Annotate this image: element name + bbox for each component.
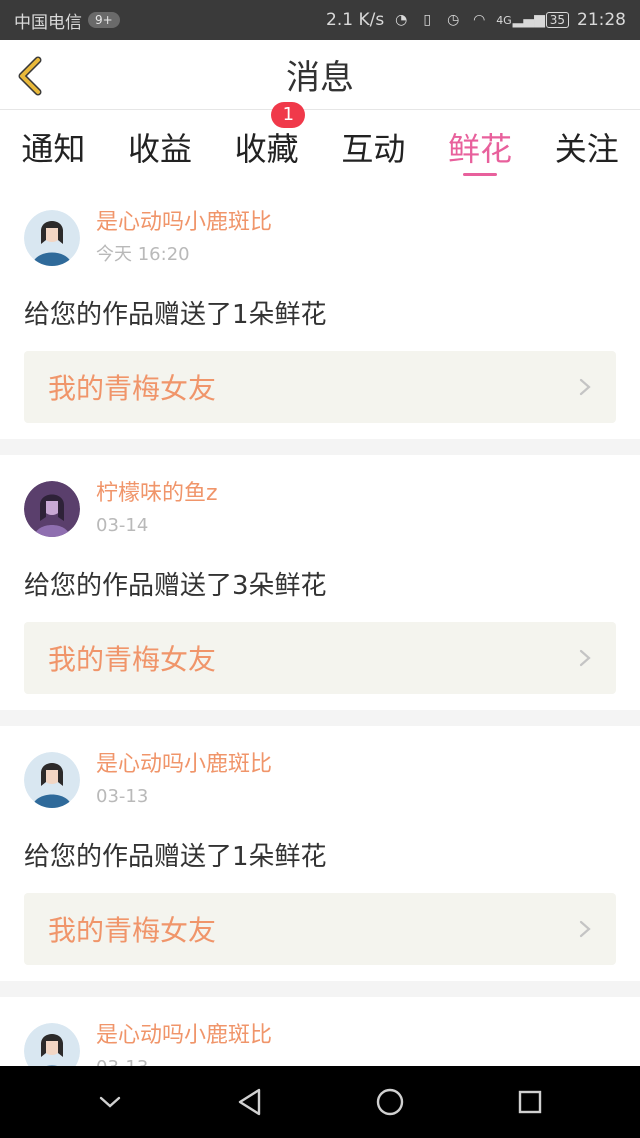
home-nav-button[interactable]	[370, 1082, 410, 1122]
status-right: 2.1 K/s ◔ ▯ ◷ ◠ 4G ▂▄▆ 35 21:28	[326, 10, 626, 30]
down-chevron-icon	[99, 1096, 121, 1108]
list-item: 是心动吗小鹿斑比 03-13 给您的作品赠送了1朵鲜花 我的青梅女友	[0, 726, 640, 981]
status-bar: 中国电信 9+ 2.1 K/s ◔ ▯ ◷ ◠ 4G ▂▄▆ 35 21:28	[0, 0, 640, 40]
active-tab-indicator	[463, 173, 498, 176]
unread-badge: 1	[271, 102, 306, 128]
back-nav-button[interactable]	[230, 1082, 270, 1122]
list-item: 柠檬味的鱼z 03-14 给您的作品赠送了3朵鲜花 我的青梅女友	[0, 455, 640, 710]
alarm-icon: ◷	[447, 12, 460, 28]
home-circle-icon	[376, 1088, 404, 1116]
header: 消息	[0, 40, 640, 110]
work-link[interactable]: 我的青梅女友	[24, 893, 616, 965]
username[interactable]: 是心动吗小鹿斑比	[96, 750, 272, 780]
tab-label: 通知	[21, 130, 86, 168]
work-link[interactable]: 我的青梅女友	[24, 351, 616, 423]
list-item: 是心动吗小鹿斑比 03-13	[0, 997, 640, 1066]
signal-icon: ▂▄▆	[512, 12, 545, 28]
message-header: 柠檬味的鱼z 03-14	[24, 479, 616, 539]
tab-flowers[interactable]: 鲜花	[427, 110, 534, 184]
system-nav-bar	[0, 1066, 640, 1138]
tab-label: 互动	[341, 130, 406, 168]
tab-earnings[interactable]: 收益	[107, 110, 214, 184]
network-type: 4G	[496, 13, 512, 27]
avatar[interactable]	[24, 210, 80, 266]
chevron-left-icon	[18, 56, 42, 96]
wifi-icon: ◠	[473, 12, 486, 28]
message-meta: 是心动吗小鹿斑比 03-13	[96, 1021, 272, 1066]
message-header: 是心动吗小鹿斑比 03-13	[24, 750, 616, 810]
message-header: 是心动吗小鹿斑比 今天 16:20	[24, 208, 616, 268]
message-list[interactable]: 是心动吗小鹿斑比 今天 16:20 给您的作品赠送了1朵鲜花 我的青梅女友 柠檬…	[0, 184, 640, 1066]
timestamp: 今天 16:20	[96, 244, 190, 265]
carrier-label: 中国电信	[14, 12, 82, 33]
hide-nav-button[interactable]	[90, 1082, 130, 1122]
tab-following[interactable]: 关注	[533, 110, 640, 184]
tab-interactions[interactable]: 互动	[320, 110, 427, 184]
avatar[interactable]	[24, 752, 80, 808]
hd-icon: ◔	[395, 12, 408, 28]
clock: 21:28	[577, 10, 626, 30]
tab-label: 收藏	[234, 130, 299, 168]
tab-favorites[interactable]: 收藏 1	[213, 102, 320, 184]
tab-label: 关注	[554, 130, 619, 168]
notification-count-badge: 9+	[88, 12, 120, 28]
username[interactable]: 柠檬味的鱼z	[96, 479, 218, 509]
back-button[interactable]	[14, 56, 50, 96]
message-text: 给您的作品赠送了1朵鲜花	[24, 842, 327, 872]
back-triangle-icon	[238, 1088, 261, 1116]
work-title: 我的青梅女友	[48, 372, 217, 405]
chevron-right-icon	[579, 920, 591, 938]
battery-icon: 35	[545, 12, 569, 28]
timestamp: 03-13	[96, 786, 149, 807]
avatar[interactable]	[24, 1023, 80, 1066]
username[interactable]: 是心动吗小鹿斑比	[96, 1021, 272, 1051]
message-text: 给您的作品赠送了3朵鲜花	[24, 571, 327, 601]
recents-nav-button[interactable]	[510, 1082, 550, 1122]
avatar[interactable]	[24, 481, 80, 537]
work-title: 我的青梅女友	[48, 643, 217, 676]
page-title: 消息	[286, 58, 354, 98]
network-speed: 2.1 K/s	[326, 10, 385, 30]
recents-square-icon	[518, 1090, 542, 1114]
message-meta: 是心动吗小鹿斑比 03-13	[96, 750, 272, 810]
tab-notifications[interactable]: 通知	[0, 110, 107, 184]
message-meta: 是心动吗小鹿斑比 今天 16:20	[96, 208, 272, 268]
chevron-right-icon	[579, 378, 591, 396]
timestamp: 03-13	[96, 1055, 272, 1066]
username[interactable]: 是心动吗小鹿斑比	[96, 208, 272, 238]
chevron-right-icon	[579, 649, 591, 667]
work-title: 我的青梅女友	[48, 914, 217, 947]
tab-bar: 通知 收益 收藏 1 互动 鲜花 关注	[0, 102, 640, 184]
tab-label: 收益	[128, 130, 193, 168]
message-meta: 柠檬味的鱼z 03-14	[96, 479, 218, 539]
message-header: 是心动吗小鹿斑比 03-13	[24, 1021, 616, 1066]
status-left: 中国电信 9+	[14, 8, 120, 33]
timestamp: 03-14	[96, 515, 149, 536]
list-item: 是心动吗小鹿斑比 今天 16:20 给您的作品赠送了1朵鲜花 我的青梅女友	[0, 184, 640, 439]
message-text: 给您的作品赠送了1朵鲜花	[24, 300, 327, 330]
vibrate-icon: ▯	[423, 12, 432, 28]
tab-label: 鲜花	[448, 130, 513, 168]
work-link[interactable]: 我的青梅女友	[24, 622, 616, 694]
